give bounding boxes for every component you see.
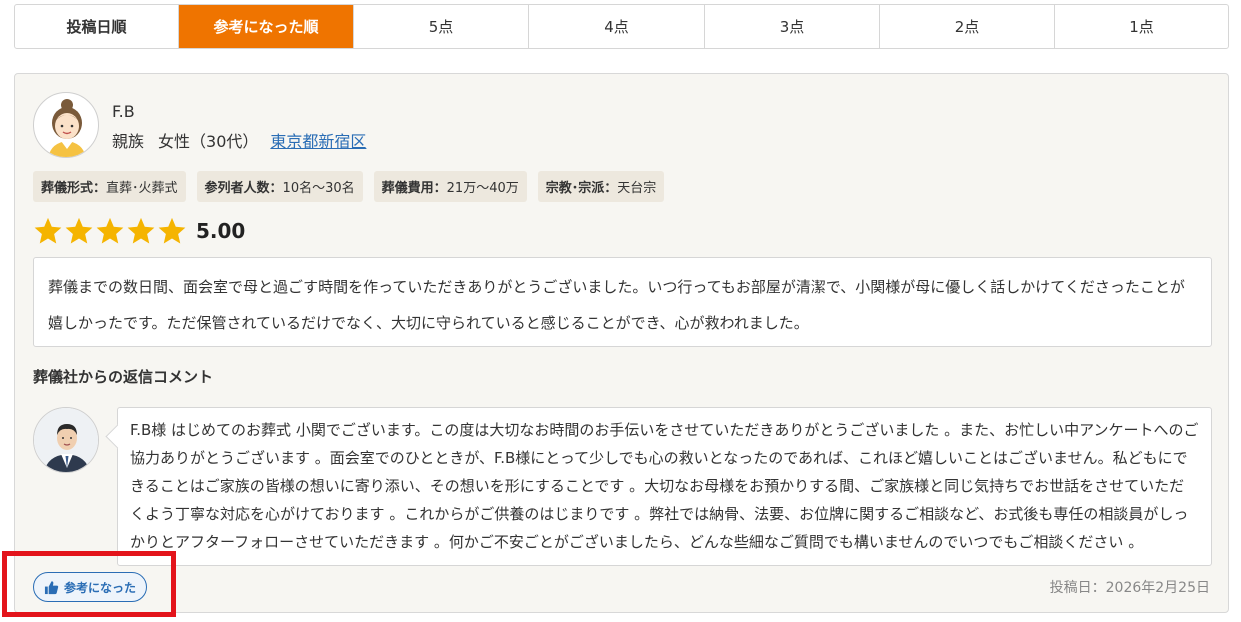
review-card: F.B 親族 女性（30代） 東京都新宿区 葬儀形式： 直葬･火葬式 参列者人数： 10… [14, 73, 1229, 613]
reply-text: F.B様 はじめてのお葬式 小関でございます。この度は大切なお時間のお手伝いをさ… [117, 407, 1212, 566]
star-rating: 5.00 [33, 216, 245, 246]
helpful-button[interactable]: 参考になった [33, 572, 147, 602]
reviewer-area-link[interactable]: 東京都新宿区 [270, 128, 366, 152]
tab-5-points[interactable]: 5点 [354, 5, 529, 48]
tab-3-points[interactable]: 3点 [705, 5, 880, 48]
reviewer-meta: 親族 女性（30代） 東京都新宿区 [112, 128, 366, 152]
rating-score: 5.00 [196, 219, 246, 243]
reviewer-avatar [33, 92, 99, 158]
helpful-label: 参考になった [63, 580, 136, 595]
star-icon [96, 217, 124, 244]
tab-4-points[interactable]: 4点 [529, 5, 705, 48]
reviewer-gender-age: 女性（30代） [158, 132, 259, 151]
staff-avatar [33, 407, 99, 473]
thumbs-up-icon [44, 580, 59, 594]
tag-funeral-type: 葬儀形式： 直葬･火葬式 [33, 171, 186, 202]
star-icon [127, 217, 155, 244]
funeral-tags: 葬儀形式： 直葬･火葬式 参列者人数： 10名〜30名 葬儀費用： 21万〜40万 宗… [33, 171, 665, 202]
sort-tabs: 投稿日順 参考になった順 5点 4点 3点 2点 1点 [14, 4, 1229, 49]
review-text: 葬儀までの数日間、面会室で母と過ごす時間を作っていただきありがとうございました。… [33, 257, 1212, 347]
tag-attendees: 参列者人数： 10名〜30名 [196, 171, 363, 202]
star-icon [158, 217, 186, 244]
tag-religion: 宗教･宗派： 天台宗 [537, 171, 665, 202]
staff-photo-icon [34, 408, 98, 472]
reviewer-relation: 親族 [112, 132, 145, 151]
woman-avatar-icon [48, 99, 86, 157]
star-icon [65, 217, 93, 244]
tab-2-points[interactable]: 2点 [880, 5, 1055, 48]
tab-newest[interactable]: 投稿日順 [15, 5, 179, 48]
tab-most-helpful[interactable]: 参考になった順 [179, 5, 354, 48]
stars [33, 216, 188, 246]
post-date: 投稿日：2026年2月25日 [1049, 580, 1210, 596]
reviewer-name: F.B [112, 102, 135, 121]
star-icon [34, 217, 62, 244]
tab-1-point[interactable]: 1点 [1055, 5, 1228, 48]
reply-heading: 葬儀社からの返信コメント [33, 368, 214, 386]
tag-cost: 葬儀費用： 21万〜40万 [373, 171, 527, 202]
